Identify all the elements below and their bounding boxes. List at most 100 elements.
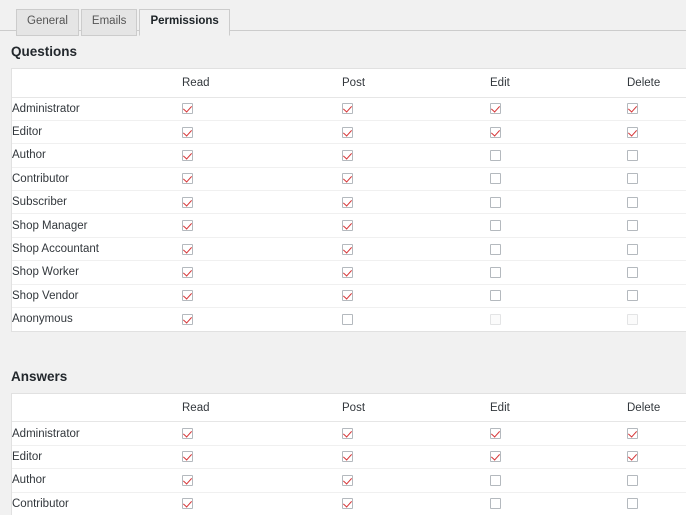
checkbox-questions-contributor-delete[interactable] [627,173,638,185]
checkbox-questions-subscriber-post[interactable] [342,196,353,208]
checkbox-answers-contributor-post[interactable] [342,498,353,510]
table-row: Editor [12,445,686,470]
tab-emails[interactable]: Emails [80,9,138,36]
permission-cell [490,237,627,262]
checkbox-questions-editor-delete[interactable] [627,126,638,138]
role-label: Editor [12,445,182,470]
checkbox-questions-subscriber-read[interactable] [182,196,193,208]
checkbox-questions-shop-accountant-read[interactable] [182,243,193,255]
column-header-label: Edit [490,76,510,89]
checkbox-questions-shop-manager-post[interactable] [342,220,353,232]
table-row: Administrator [12,421,686,446]
checkbox-questions-subscriber-delete[interactable] [627,196,638,208]
role-label: Author [12,143,182,168]
tab-permissions[interactable]: Permissions [139,9,230,36]
checkbox-questions-author-read[interactable] [182,149,193,161]
checkbox-questions-shop-manager-edit[interactable] [490,220,501,232]
permission-cell [627,284,686,309]
role-label: Shop Manager [12,213,182,238]
checkbox-answers-administrator-delete[interactable] [627,428,638,440]
checkbox-questions-administrator-edit[interactable] [490,103,501,115]
permission-cell [182,260,342,285]
checkbox-questions-editor-read[interactable] [182,126,193,138]
checkbox-questions-subscriber-edit[interactable] [490,196,501,208]
permission-cell [490,308,627,331]
table-row: Subscriber [12,190,686,215]
permission-cell [627,492,686,515]
checkbox-answers-administrator-read[interactable] [182,428,193,440]
checkbox-questions-shop-manager-read[interactable] [182,220,193,232]
checkbox-answers-author-read[interactable] [182,474,193,486]
checkbox-questions-editor-post[interactable] [342,126,353,138]
checkbox-answers-editor-post[interactable] [342,451,353,463]
table-row: Editor [12,120,686,145]
permission-cell [627,143,686,168]
checkbox-questions-shop-vendor-edit[interactable] [490,290,501,302]
permission-cell [342,308,490,331]
checkbox-answers-administrator-edit[interactable] [490,428,501,440]
permission-cell [342,143,490,168]
checkbox-questions-anonymous-post[interactable] [342,313,353,325]
checkbox-questions-shop-worker-edit[interactable] [490,266,501,278]
checkbox-questions-shop-accountant-edit[interactable] [490,243,501,255]
table-row: Administrator [12,97,686,121]
permission-cell [627,260,686,285]
permission-cell [490,167,627,192]
checkbox-questions-contributor-edit[interactable] [490,173,501,185]
checkbox-answers-author-edit[interactable] [490,474,501,486]
column-header-label: Delete [627,76,661,89]
checkbox-questions-shop-worker-delete[interactable] [627,266,638,278]
checkbox-questions-shop-vendor-delete[interactable] [627,290,638,302]
table-row: Shop Accountant [12,237,686,262]
permission-cell [490,97,627,121]
tab-general[interactable]: General [16,9,79,36]
checkbox-answers-author-delete[interactable] [627,474,638,486]
permission-cell [490,445,627,470]
checkbox-questions-administrator-delete[interactable] [627,103,638,115]
permission-cell [490,120,627,145]
permission-cell [627,237,686,262]
checkbox-answers-editor-edit[interactable] [490,451,501,463]
checkbox-questions-editor-edit[interactable] [490,126,501,138]
checkbox-questions-author-post[interactable] [342,149,353,161]
column-header-read: Read [182,393,342,423]
checkbox-answers-author-post[interactable] [342,474,353,486]
checkbox-questions-shop-worker-read[interactable] [182,266,193,278]
checkbox-questions-contributor-read[interactable] [182,173,193,185]
checkbox-questions-contributor-post[interactable] [342,173,353,185]
checkbox-questions-shop-manager-delete[interactable] [627,220,638,232]
checkbox-questions-shop-worker-post[interactable] [342,266,353,278]
checkbox-answers-contributor-delete[interactable] [627,498,638,510]
role-label: Shop Vendor [12,284,182,309]
checkbox-questions-shop-accountant-delete[interactable] [627,243,638,255]
checkbox-questions-administrator-post[interactable] [342,103,353,115]
checkbox-questions-shop-vendor-post[interactable] [342,290,353,302]
checkbox-questions-author-delete[interactable] [627,149,638,161]
section-title-answers: Answers [11,368,68,384]
role-column-header [12,393,182,423]
permission-cell [182,97,342,121]
checkbox-answers-contributor-edit[interactable] [490,498,501,510]
permission-cell [342,213,490,238]
checkbox-questions-administrator-read[interactable] [182,103,193,115]
checkbox-questions-shop-vendor-read[interactable] [182,290,193,302]
checkbox-answers-contributor-read[interactable] [182,498,193,510]
checkbox-questions-anonymous-read[interactable] [182,313,193,325]
permission-cell [490,492,627,515]
role-label: Administrator [12,421,182,446]
permission-cell [342,190,490,215]
column-header-label: Post [342,401,366,414]
checkbox-answers-administrator-post[interactable] [342,428,353,440]
permission-cell [490,190,627,215]
permission-cell [490,468,627,493]
column-header-post: Post [342,69,490,98]
permission-cell [342,167,490,192]
checkbox-questions-author-edit[interactable] [490,149,501,161]
permission-cell [182,213,342,238]
checkbox-answers-editor-delete[interactable] [627,451,638,463]
role-label: Shop Accountant [12,237,182,262]
permission-cell [182,143,342,168]
checkbox-answers-editor-read[interactable] [182,451,193,463]
permission-cell [342,120,490,145]
checkbox-questions-shop-accountant-post[interactable] [342,243,353,255]
